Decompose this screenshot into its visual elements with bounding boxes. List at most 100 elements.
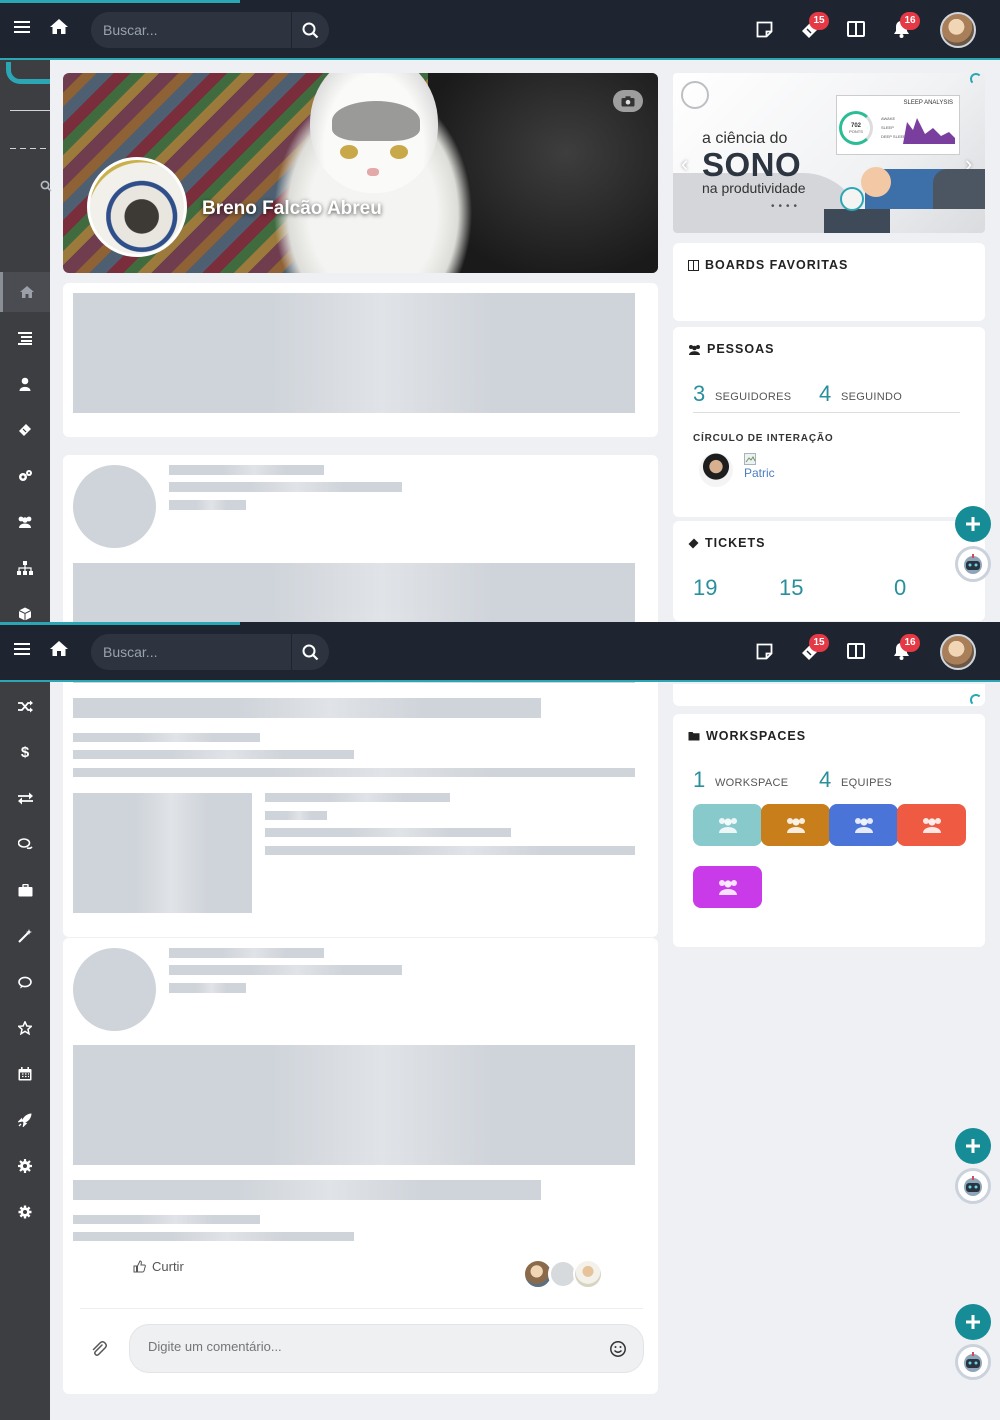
tickets-title: TICKETS (688, 536, 765, 550)
skeleton-line (73, 733, 260, 742)
sidebar-item-chats[interactable] (0, 824, 50, 864)
like-button[interactable]: Curtir (133, 1259, 184, 1274)
teams-count[interactable]: 4 (819, 767, 831, 793)
notes-button[interactable] (756, 643, 773, 660)
hamburger-icon (14, 643, 30, 655)
promo-banner[interactable]: a ciência do SONO na produtividade •••• … (673, 73, 985, 233)
sidebar-item-profile[interactable] (0, 364, 50, 404)
page-progress-bar (0, 0, 240, 3)
sidebar-search-icon[interactable] (40, 180, 52, 195)
add-floating-button[interactable] (955, 506, 991, 542)
search-icon (302, 644, 319, 660)
boards-button[interactable] (847, 21, 865, 37)
tickets-stat-1[interactable]: 19 (693, 575, 717, 601)
workspace-team-button[interactable] (693, 804, 762, 846)
cube-icon (18, 607, 32, 621)
sidebar-item-projects[interactable] (0, 870, 50, 910)
menu-toggle-button[interactable] (14, 20, 30, 34)
sidebar-item-tickets[interactable] (0, 410, 50, 450)
robot-icon (964, 1176, 982, 1196)
skeleton-line (73, 750, 354, 759)
sitemap-icon (17, 561, 33, 575)
workspace-team-button[interactable] (761, 804, 830, 846)
banner-score-label: PONTS (849, 128, 863, 134)
profile-avatar[interactable] (87, 157, 187, 257)
comment-input[interactable] (129, 1324, 644, 1373)
emoji-button[interactable] (609, 1340, 627, 1363)
people-label: PESSOAS (707, 342, 775, 356)
people-divider (693, 412, 960, 413)
tickets-stat-2[interactable]: 15 (779, 575, 803, 601)
search-input[interactable] (91, 634, 291, 670)
sidebar-item-messages[interactable] (0, 962, 50, 1002)
thumbs-up-icon (133, 1260, 146, 1273)
skeleton-line (169, 465, 324, 475)
menu-toggle-button[interactable] (14, 642, 30, 656)
workspace-team-button[interactable] (897, 804, 966, 846)
top-navbar-sticky: 15 16 (0, 622, 1000, 682)
banner-chart-wave (903, 118, 955, 144)
sidebar-item-people[interactable] (0, 502, 50, 542)
sidebar-item-finance[interactable]: $ (0, 732, 50, 772)
assistant-floating-button[interactable] (955, 546, 991, 582)
banner-score: 702 PONTS (839, 111, 873, 145)
assistant-floating-button[interactable] (955, 1344, 991, 1380)
search-button[interactable] (291, 634, 329, 670)
sidebar-item-settings[interactable] (0, 1192, 50, 1232)
user-avatar[interactable] (940, 634, 976, 670)
change-cover-button[interactable] (613, 90, 643, 112)
notes-button[interactable] (756, 21, 773, 38)
interaction-avatar-broken[interactable]: Patric (744, 453, 784, 487)
sidebar-item-tools[interactable] (0, 916, 50, 956)
plus-icon (966, 1139, 980, 1153)
followers-label[interactable]: SEGUIDORES (715, 391, 791, 403)
followers-count[interactable]: 3 (693, 381, 705, 407)
notifications-badge: 16 (900, 634, 920, 652)
sidebar-item-calendar[interactable] (0, 1054, 50, 1094)
sidebar-divider-dotted (10, 148, 50, 149)
following-label[interactable]: SEGUINDO (841, 391, 902, 403)
teams-label[interactable]: EQUIPES (841, 777, 892, 789)
sidebar-item-org[interactable] (0, 548, 50, 588)
users-icon (786, 818, 805, 833)
interaction-avatar[interactable] (699, 453, 733, 487)
add-floating-button[interactable] (955, 1304, 991, 1340)
profile-cover: Breno Falcão Abreu (63, 73, 658, 273)
workspace-label[interactable]: WORKSPACE (715, 777, 788, 789)
dollar-icon: $ (20, 743, 30, 761)
boards-button[interactable] (847, 643, 865, 659)
calendar-icon (18, 1067, 32, 1081)
attach-button[interactable] (90, 1340, 108, 1363)
banner-blanket (933, 169, 985, 209)
banner-line2: SONO (702, 146, 802, 183)
banner-logo (681, 81, 709, 109)
workspace-count[interactable]: 1 (693, 767, 705, 793)
users-icon (718, 818, 737, 833)
tickets-stat-3[interactable]: 0 (894, 575, 906, 601)
sidebar-item-shuffle[interactable] (0, 686, 50, 726)
sidebar-item-feed[interactable] (0, 318, 50, 358)
sidebar-item-transfers[interactable] (0, 778, 50, 818)
sidebar-item-settings-group[interactable] (0, 456, 50, 496)
banner-prev-button[interactable]: ‹ (681, 151, 688, 177)
user-avatar[interactable] (940, 12, 976, 48)
home-button[interactable] (49, 640, 69, 657)
search-icon (302, 22, 319, 38)
sidebar-item-favorites[interactable] (0, 1008, 50, 1048)
sidebar-item-home[interactable] (0, 272, 50, 312)
post-divider (80, 1308, 643, 1309)
workspace-team-button[interactable] (693, 866, 762, 908)
loading-card (63, 283, 658, 437)
sidebar-item-preferences[interactable] (0, 1146, 50, 1186)
home-button[interactable] (49, 18, 69, 35)
workspace-team-button[interactable] (829, 804, 898, 846)
search-input[interactable] (91, 12, 291, 48)
following-count[interactable]: 4 (819, 381, 831, 407)
add-floating-button[interactable] (955, 1128, 991, 1164)
assistant-floating-button[interactable] (955, 1168, 991, 1204)
skeleton-line (73, 1232, 354, 1241)
search-button[interactable] (291, 12, 329, 48)
sidebar-item-launch[interactable] (0, 1100, 50, 1140)
reaction-avatar[interactable] (573, 1259, 603, 1289)
tickets-badge: 15 (809, 12, 829, 30)
